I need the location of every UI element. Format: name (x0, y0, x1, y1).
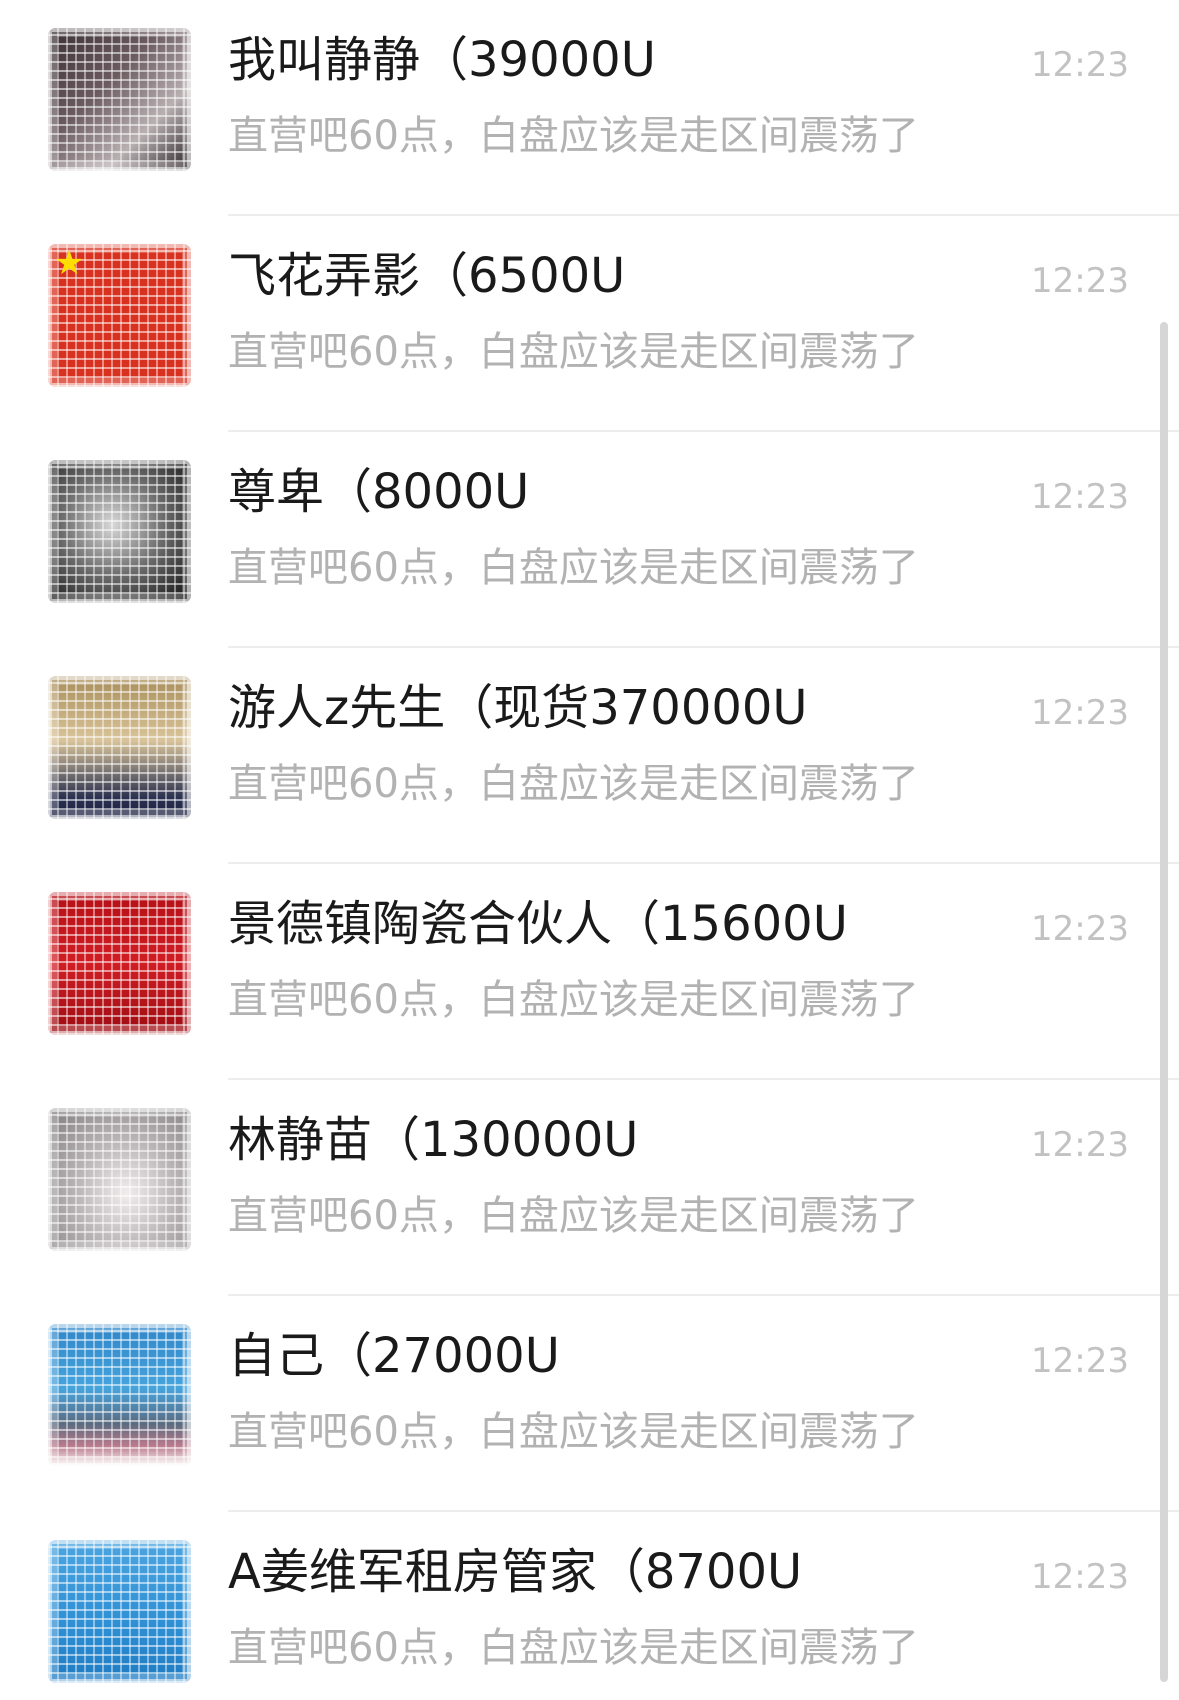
chat-row[interactable]: 林静苗（130000U 直营吧60点，白盘应该是走区间震荡了 12:23 (0, 1080, 1179, 1296)
chat-name: 尊卑（8000U (228, 464, 530, 520)
chat-row[interactable]: 游人z先生（现货370000U 直营吧60点，白盘应该是走区间震荡了 12:23 (0, 648, 1179, 864)
chat-time: 12:23 (1031, 1557, 1129, 1597)
avatar[interactable] (48, 676, 191, 819)
chat-time: 12:23 (1031, 693, 1129, 733)
chat-preview: 直营吧60点，白盘应该是走区间震荡了 (228, 1409, 919, 1455)
avatar[interactable] (48, 892, 191, 1035)
chat-name: 林静苗（130000U (228, 1112, 639, 1168)
chat-row[interactable]: ★ 飞花弄影（6500U 直营吧60点，白盘应该是走区间震荡了 12:23 (0, 216, 1179, 432)
chat-time: 12:23 (1031, 909, 1129, 949)
chat-list: 我叫静静（39000U 直营吧60点，白盘应该是走区间震荡了 12:23 ★ 飞… (0, 0, 1179, 1700)
chat-row[interactable]: 我叫静静（39000U 直营吧60点，白盘应该是走区间震荡了 12:23 (0, 0, 1179, 216)
chat-time: 12:23 (1031, 477, 1129, 517)
chat-preview: 直营吧60点，白盘应该是走区间震荡了 (228, 113, 919, 159)
chat-row[interactable]: 景德镇陶瓷合伙人（15600U 直营吧60点，白盘应该是走区间震荡了 12:23 (0, 864, 1179, 1080)
chat-time: 12:23 (1031, 261, 1129, 301)
scrollbar[interactable] (1160, 322, 1168, 1682)
chat-time: 12:23 (1031, 1125, 1129, 1165)
avatar[interactable] (48, 28, 191, 171)
avatar[interactable] (48, 1324, 191, 1467)
chat-preview: 直营吧60点，白盘应该是走区间震荡了 (228, 761, 919, 807)
star-icon: ★ (54, 244, 85, 283)
avatar[interactable] (48, 1540, 191, 1683)
chat-row[interactable]: A姜维军租房管家（8700U 直营吧60点，白盘应该是走区间震荡了 12:23 (0, 1512, 1179, 1700)
chat-row[interactable]: 尊卑（8000U 直营吧60点，白盘应该是走区间震荡了 12:23 (0, 432, 1179, 648)
chat-time: 12:23 (1031, 45, 1129, 85)
chat-preview: 直营吧60点，白盘应该是走区间震荡了 (228, 1625, 919, 1671)
avatar[interactable] (48, 1108, 191, 1251)
chat-preview: 直营吧60点，白盘应该是走区间震荡了 (228, 329, 919, 375)
chat-name: 飞花弄影（6500U (228, 248, 626, 304)
avatar[interactable] (48, 460, 191, 603)
chat-name: 我叫静静（39000U (228, 32, 656, 88)
chat-preview: 直营吧60点，白盘应该是走区间震荡了 (228, 545, 919, 591)
chat-row[interactable]: 自己（27000U 直营吧60点，白盘应该是走区间震荡了 12:23 (0, 1296, 1179, 1512)
chat-preview: 直营吧60点，白盘应该是走区间震荡了 (228, 977, 919, 1023)
chat-name: 游人z先生（现货370000U (228, 680, 808, 736)
chat-name: A姜维军租房管家（8700U (228, 1544, 803, 1600)
chat-name: 景德镇陶瓷合伙人（15600U (228, 896, 848, 952)
chat-time: 12:23 (1031, 1341, 1129, 1381)
avatar[interactable]: ★ (48, 244, 191, 387)
chat-preview: 直营吧60点，白盘应该是走区间震荡了 (228, 1193, 919, 1239)
chat-name: 自己（27000U (228, 1328, 560, 1384)
